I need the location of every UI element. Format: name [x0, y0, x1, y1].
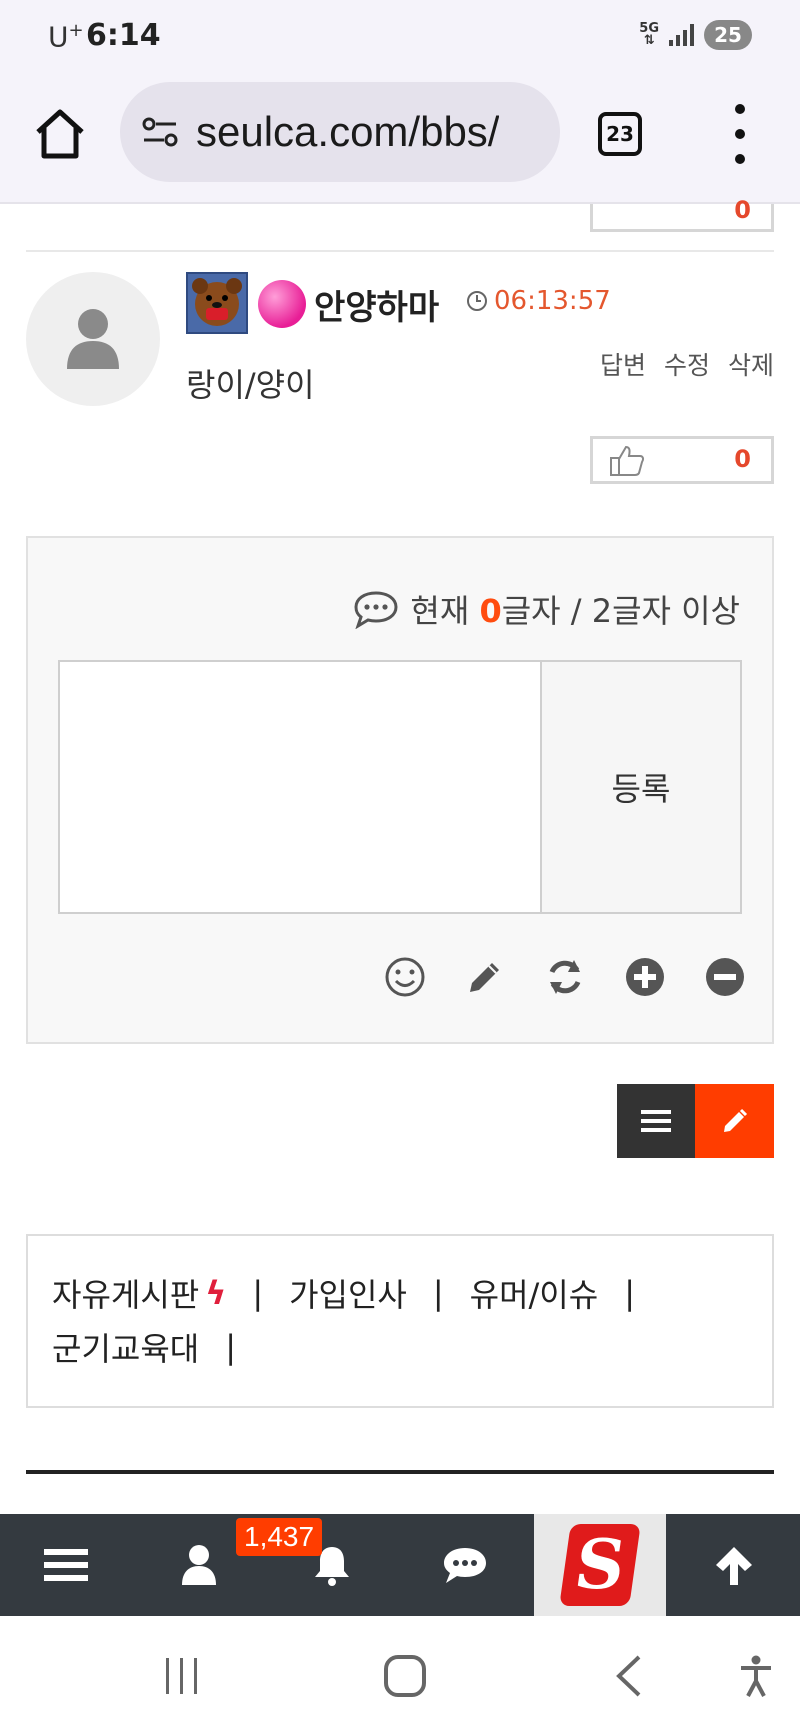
char-counter: 현재 0글자 / 2글자 이상: [352, 586, 740, 632]
home-nav-button[interactable]: [380, 1646, 430, 1706]
url-text: seulca.com/bbs/: [196, 108, 500, 155]
battery-icon: 25: [704, 20, 752, 50]
write-button[interactable]: [695, 1084, 774, 1158]
char-count-value: 0: [479, 592, 502, 630]
browser-menu-icon[interactable]: [730, 104, 750, 164]
site-logo: S: [559, 1524, 641, 1606]
submit-button[interactable]: 등록: [540, 660, 742, 914]
level-badge-icon: [186, 272, 248, 334]
comment-form: 현재 0글자 / 2글자 이상 등록: [26, 536, 774, 1044]
comment-time-text: 06:13:57: [494, 286, 611, 316]
accessibility-button[interactable]: [734, 1646, 778, 1706]
list-icon: [641, 1110, 671, 1132]
network-5g-icon: 5G ⇅: [639, 21, 659, 48]
thumbs-up-icon: [610, 445, 645, 476]
menu-button[interactable]: [0, 1514, 132, 1616]
site-settings-icon[interactable]: [140, 112, 180, 152]
plus-circle-icon[interactable]: [624, 956, 666, 998]
comment-author[interactable]: 안양하마: [314, 280, 439, 329]
reply-link[interactable]: 답변: [600, 346, 646, 382]
recent-apps-button[interactable]: [160, 1646, 204, 1706]
like-count: 0: [734, 445, 751, 473]
notification-badge: 1,437: [236, 1518, 323, 1556]
board-link-humor[interactable]: 유머/이슈: [470, 1270, 599, 1316]
signal-icon: [669, 24, 694, 46]
carrier-label: U+: [48, 20, 84, 54]
clock-icon: [467, 291, 487, 311]
user-icon: [182, 1545, 216, 1585]
back-button[interactable]: [608, 1646, 648, 1706]
comment-tools: [384, 956, 746, 998]
grade-ball-icon: [258, 280, 306, 328]
comment-time: 06:13:57: [466, 286, 611, 316]
comment-input[interactable]: [58, 660, 542, 914]
avatar[interactable]: [26, 272, 160, 406]
like-button[interactable]: 0: [590, 436, 774, 484]
comment-actions: 답변 수정 삭제: [600, 346, 774, 382]
delete-link[interactable]: 삭제: [728, 346, 774, 382]
status-bar: U+ 6:14 5G ⇅ 25: [0, 0, 800, 74]
list-button[interactable]: [617, 1084, 695, 1158]
hot-bolt-icon: ϟ: [205, 1274, 227, 1312]
comment-body: 랑이/양이: [186, 366, 315, 404]
home-button[interactable]: [30, 104, 90, 164]
home-icon: [36, 109, 84, 159]
browser-toolbar: seulca.com/bbs/ 23: [0, 74, 800, 204]
pencil-icon[interactable]: [464, 956, 506, 998]
chat-button[interactable]: [399, 1514, 531, 1616]
previous-like-count: 0: [734, 196, 751, 224]
recent-apps-icon: [166, 1658, 197, 1694]
status-icons: 5G ⇅ 25: [639, 20, 752, 50]
board-link-greeting[interactable]: 가입인사: [289, 1270, 407, 1316]
comment-divider: [26, 250, 774, 252]
speech-bubble-icon: [354, 591, 398, 629]
board-link-discipline[interactable]: 군기교육대: [52, 1324, 199, 1370]
smile-icon[interactable]: [384, 956, 426, 998]
system-nav-bar: [0, 1616, 800, 1734]
site-logo-button[interactable]: S: [534, 1514, 666, 1616]
refresh-icon[interactable]: [544, 956, 586, 998]
scroll-top-button[interactable]: [668, 1514, 800, 1616]
board-links: 자유게시판 ϟ | 가입인사 | 유머/이슈 | 군기교육대 |: [26, 1234, 774, 1408]
tab-switcher-button[interactable]: 23: [598, 112, 642, 156]
comment-item: 안양하마 06:13:57 답변 수정 삭제 랑이/양이 0: [26, 270, 774, 490]
user-icon: [67, 309, 119, 369]
site-bottom-nav: [0, 1514, 800, 1616]
pencil-icon: [723, 1108, 747, 1132]
address-bar[interactable]: seulca.com/bbs/: [120, 82, 560, 182]
section-divider: [26, 1470, 774, 1474]
board-link-free[interactable]: 자유게시판 ϟ: [52, 1270, 226, 1316]
arrow-up-icon: [716, 1547, 752, 1585]
minus-circle-icon[interactable]: [704, 956, 746, 998]
hamburger-icon: [44, 1549, 88, 1581]
edit-link[interactable]: 수정: [664, 346, 710, 382]
previous-like-button[interactable]: 0: [590, 196, 774, 232]
status-time: 6:14: [86, 18, 161, 53]
home-square-icon: [384, 1655, 426, 1697]
back-icon: [616, 1655, 641, 1697]
chat-icon: [444, 1548, 486, 1583]
accessibility-icon: [741, 1655, 771, 1697]
